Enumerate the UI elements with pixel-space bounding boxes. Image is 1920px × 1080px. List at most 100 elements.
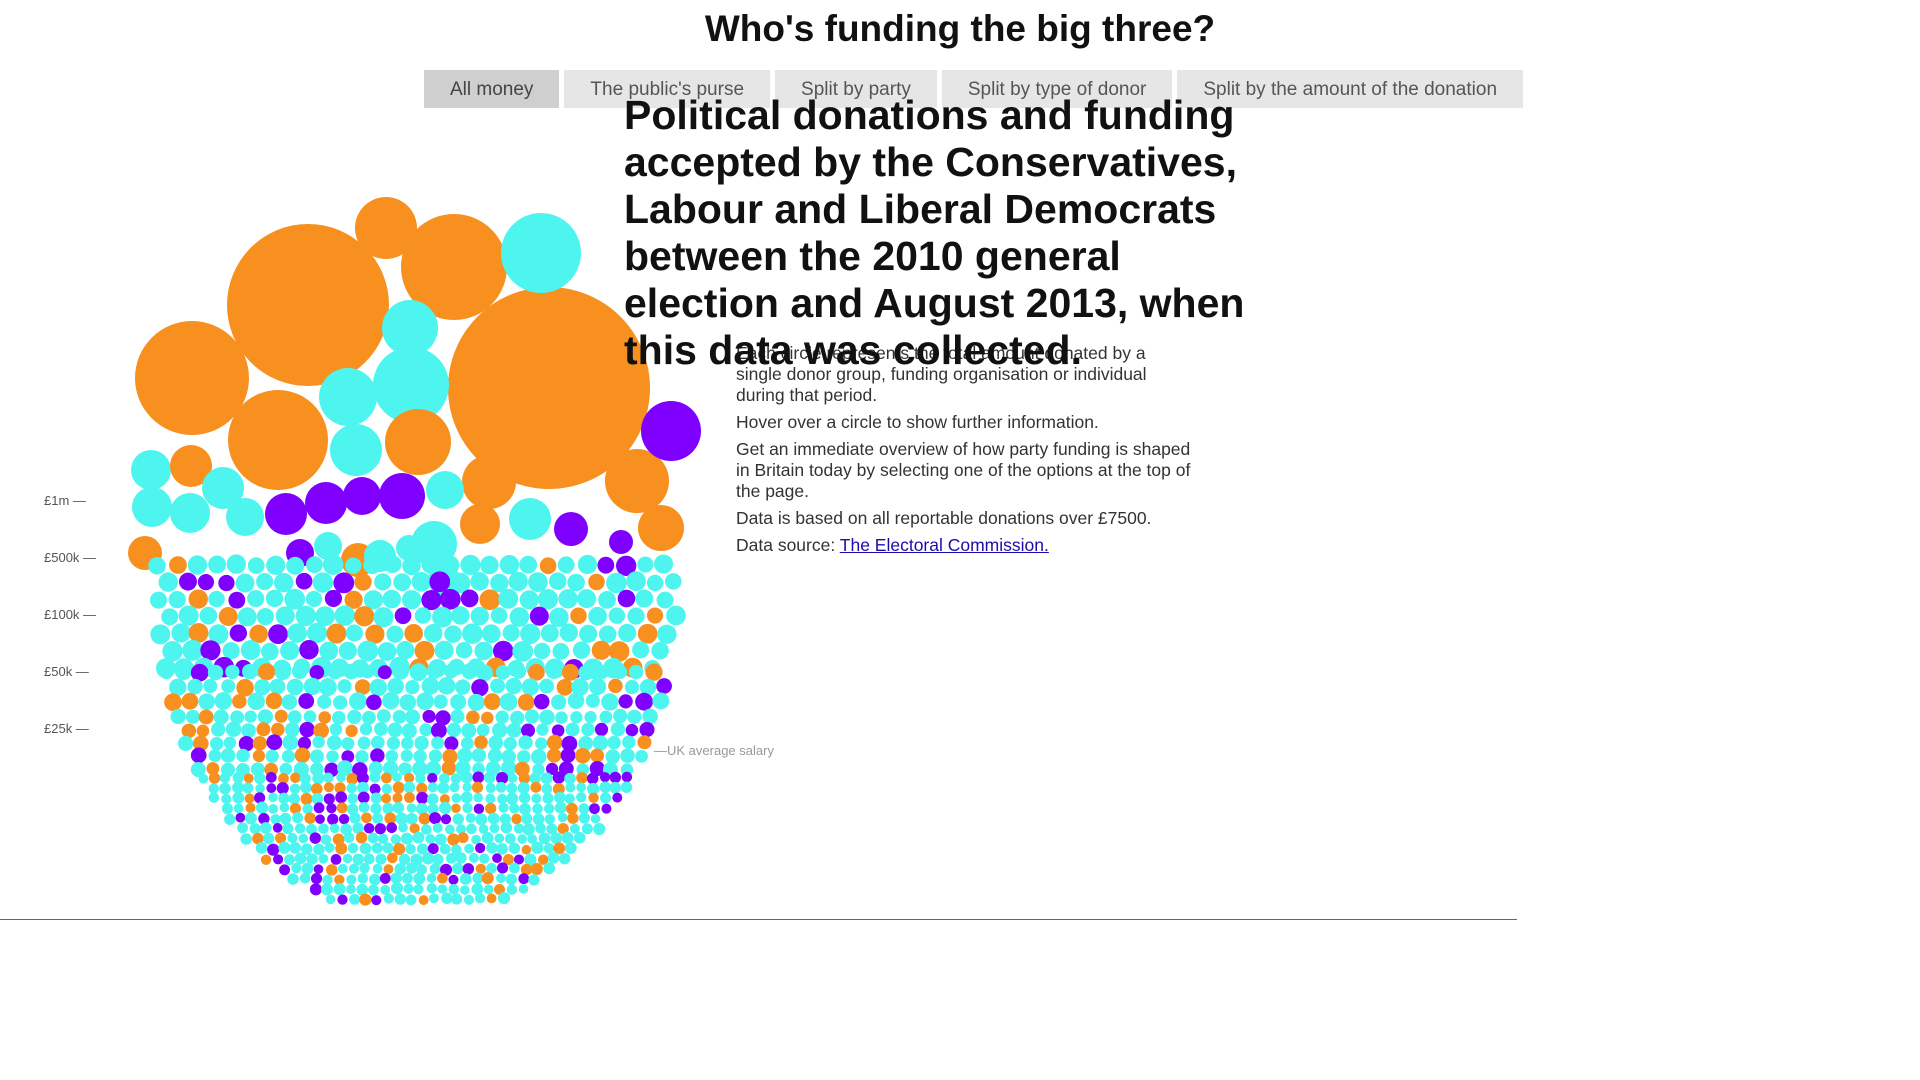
donor-bubble[interactable] (462, 802, 473, 814)
donor-bubble[interactable] (272, 822, 283, 833)
donor-bubble[interactable] (392, 772, 402, 783)
donor-bubble[interactable] (485, 802, 497, 815)
donor-bubble[interactable] (200, 640, 221, 661)
donor-bubble[interactable] (326, 623, 347, 644)
donor-bubble[interactable] (338, 813, 350, 825)
donor-bubble[interactable] (466, 710, 480, 725)
donor-bubble[interactable] (304, 812, 316, 824)
donor-bubble[interactable] (255, 842, 268, 854)
donor-bubble[interactable] (543, 803, 555, 814)
donor-bubble[interactable] (621, 771, 633, 783)
donor-bubble[interactable] (626, 571, 646, 592)
donor-bubble[interactable] (471, 748, 487, 763)
donor-bubble[interactable] (336, 802, 348, 814)
donor-bubble[interactable] (476, 664, 493, 682)
donor-bubble[interactable] (511, 664, 527, 679)
donor-bubble[interactable] (490, 678, 506, 694)
donor-bubble[interactable] (445, 852, 457, 864)
donor-bubble[interactable] (281, 749, 295, 763)
donor-bubble[interactable] (470, 606, 489, 626)
donor-bubble[interactable] (347, 709, 362, 725)
donor-bubble[interactable] (324, 589, 343, 608)
donor-bubble[interactable] (228, 591, 246, 609)
donor-bubble[interactable] (220, 748, 236, 763)
donor-bubble[interactable] (441, 760, 457, 776)
donor-bubble[interactable] (581, 823, 593, 835)
donor-bubble[interactable] (539, 709, 555, 726)
donor-bubble[interactable] (475, 813, 488, 826)
donor-bubble[interactable] (361, 812, 372, 824)
donor-bubble[interactable] (639, 721, 655, 738)
donor-bubble[interactable] (543, 843, 555, 854)
donor-bubble[interactable] (531, 793, 542, 804)
donor-bubble[interactable] (260, 854, 272, 865)
donor-bubble[interactable] (624, 679, 640, 695)
donor-bubble[interactable] (511, 813, 522, 825)
donor-bubble[interactable] (528, 663, 545, 681)
donor-bubble[interactable] (318, 678, 337, 697)
donor-bubble[interactable] (601, 693, 619, 711)
donor-bubble[interactable] (421, 555, 440, 574)
donor-bubble[interactable] (507, 773, 518, 784)
donor-bubble[interactable] (387, 722, 403, 738)
donor-bubble[interactable] (448, 874, 459, 885)
donor-bubble[interactable] (518, 792, 531, 804)
donor-bubble[interactable] (486, 842, 498, 854)
donor-bubble[interactable] (517, 750, 531, 764)
donor-bubble[interactable] (392, 710, 407, 724)
donor-bubble[interactable] (543, 862, 556, 875)
donor-bubble[interactable] (431, 736, 445, 750)
donor-bubble[interactable] (433, 694, 448, 709)
donor-bubble[interactable] (386, 625, 404, 643)
donor-bubble[interactable] (198, 709, 214, 725)
donor-bubble[interactable] (244, 793, 255, 804)
donor-bubble[interactable] (591, 640, 611, 660)
donor-bubble[interactable] (349, 893, 361, 905)
donor-bubble[interactable] (598, 625, 617, 643)
donor-bubble[interactable] (190, 663, 209, 682)
donor-bubble[interactable] (343, 832, 355, 843)
donor-bubble[interactable] (618, 694, 633, 709)
donor-bubble[interactable] (306, 556, 323, 574)
donor-bubble[interactable] (320, 883, 333, 896)
donor-bubble[interactable] (278, 792, 290, 804)
donor-bubble[interactable] (402, 556, 421, 576)
donor-bubble[interactable] (546, 748, 562, 763)
donor-bubble[interactable] (349, 812, 361, 824)
donor-bubble[interactable] (452, 813, 464, 825)
donor-bubble[interactable] (394, 607, 412, 625)
donor-bubble[interactable] (598, 591, 616, 609)
donor-bubble[interactable] (267, 843, 280, 856)
donor-bubble[interactable] (412, 831, 425, 844)
donor-bubble[interactable] (642, 708, 658, 725)
donor-bubble[interactable] (506, 722, 522, 738)
donor-bubble[interactable] (247, 692, 265, 711)
donor-bubble[interactable] (657, 624, 677, 644)
donor-bubble[interactable] (403, 883, 414, 894)
donor-bubble[interactable] (235, 812, 246, 823)
donor-bubble[interactable] (451, 793, 462, 804)
donor-bubble[interactable] (439, 588, 461, 610)
donor-bubble[interactable] (322, 554, 344, 575)
donor-bubble[interactable] (188, 623, 209, 643)
donor-bubble[interactable] (609, 781, 622, 794)
donor-bubble[interactable] (618, 623, 637, 643)
donor-bubble[interactable] (638, 505, 684, 551)
donor-bubble[interactable] (434, 833, 447, 846)
donor-bubble[interactable] (416, 791, 429, 804)
donor-bubble[interactable] (259, 822, 272, 834)
donor-bubble[interactable] (327, 813, 339, 825)
donor-bubble[interactable] (429, 812, 442, 825)
donor-bubble[interactable] (323, 772, 334, 783)
donor-bubble[interactable] (451, 606, 470, 625)
donor-bubble[interactable] (607, 735, 621, 750)
donor-bubble[interactable] (610, 721, 626, 737)
donor-bubble[interactable] (426, 471, 464, 509)
donor-bubble[interactable] (421, 824, 432, 835)
donor-bubble[interactable] (348, 863, 360, 874)
donor-bubble[interactable] (280, 641, 300, 661)
donor-bubble[interactable] (462, 455, 516, 509)
donor-bubble[interactable] (354, 606, 375, 627)
donor-bubble[interactable] (559, 623, 579, 642)
donor-bubble[interactable] (292, 812, 304, 824)
